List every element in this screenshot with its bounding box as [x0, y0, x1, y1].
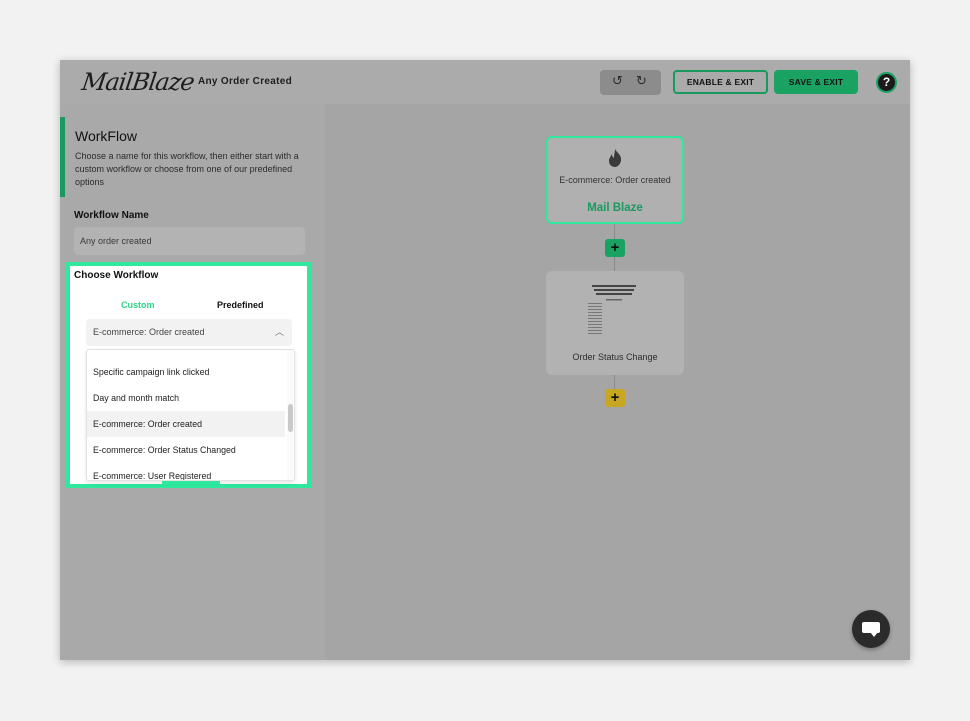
redo-icon[interactable]: ↻	[636, 74, 647, 89]
email-node-label: Order Status Change	[572, 352, 658, 362]
workflow-title: Any Order Created	[198, 76, 293, 87]
dropdown-option[interactable]: E-commerce: Order Status Changed	[87, 437, 285, 463]
dropdown-option-selected[interactable]: E-commerce: Order created	[87, 411, 285, 437]
tab-indicator	[162, 481, 220, 484]
partial-option: ~~~	[127, 350, 157, 353]
trigger-text: E-commerce: Order created	[559, 175, 671, 185]
choose-workflow-panel: Choose Workflow Custom Predefined E-comm…	[66, 262, 311, 488]
chevron-up-icon: ︿	[274, 327, 284, 337]
chat-bubble-tail	[870, 632, 878, 637]
workflow-select-value: E-commerce: Order created	[93, 327, 205, 337]
trigger-node[interactable]: E-commerce: Order created Mail Blaze	[546, 136, 684, 224]
top-bar: MailBlaze Any Order Created ↺ ↻ ENABLE &…	[60, 60, 910, 104]
email-node[interactable]: Order Status Change	[546, 271, 684, 375]
trigger-brand: Mail Blaze	[587, 202, 643, 214]
chat-launcher[interactable]	[852, 610, 890, 648]
help-icon[interactable]: ?	[876, 72, 897, 93]
workflow-name-input[interactable]: Any order created	[74, 227, 305, 255]
add-step-button[interactable]: +	[605, 239, 625, 257]
section-accent-bar	[60, 117, 65, 197]
tab-custom[interactable]: Custom	[121, 300, 155, 310]
dropdown-scroll-thumb[interactable]	[288, 404, 293, 432]
workflow-dropdown-list: ~~~ Specific campaign link clicked Day a…	[86, 349, 295, 481]
dropdown-option[interactable]: Day and month match	[87, 385, 285, 411]
enable-exit-button[interactable]: ENABLE & EXIT	[673, 70, 768, 94]
app-window: MailBlaze Any Order Created ↺ ↻ ENABLE &…	[60, 60, 910, 660]
workflow-select[interactable]: E-commerce: Order created ︿	[86, 319, 292, 346]
dropdown-option[interactable]: Specific campaign link clicked	[87, 359, 285, 385]
mailblaze-logo[interactable]: MailBlaze	[80, 68, 196, 96]
save-exit-button[interactable]: SAVE & EXIT	[774, 70, 858, 94]
dropdown-option[interactable]: E-commerce: User Registered	[87, 463, 285, 480]
workflow-name-label: Workflow Name	[74, 210, 149, 221]
undo-icon[interactable]: ↺	[612, 74, 623, 89]
sidebar-heading: WorkFlow	[75, 128, 137, 144]
connector-line	[614, 257, 615, 271]
sidebar-description: Choose a name for this workflow, then ei…	[75, 151, 299, 187]
tab-predefined[interactable]: Predefined	[217, 300, 264, 310]
connector-line	[614, 224, 615, 239]
connector-line	[614, 375, 615, 389]
email-preview-thumbnail	[584, 283, 644, 343]
flame-icon	[606, 148, 624, 173]
workflow-sidebar: WorkFlow Choose a name for this workflow…	[60, 104, 325, 660]
add-step-button-end[interactable]: +	[605, 389, 625, 407]
undo-redo-group: ↺ ↻	[600, 70, 661, 95]
choose-workflow-label: Choose Workflow	[74, 270, 159, 281]
